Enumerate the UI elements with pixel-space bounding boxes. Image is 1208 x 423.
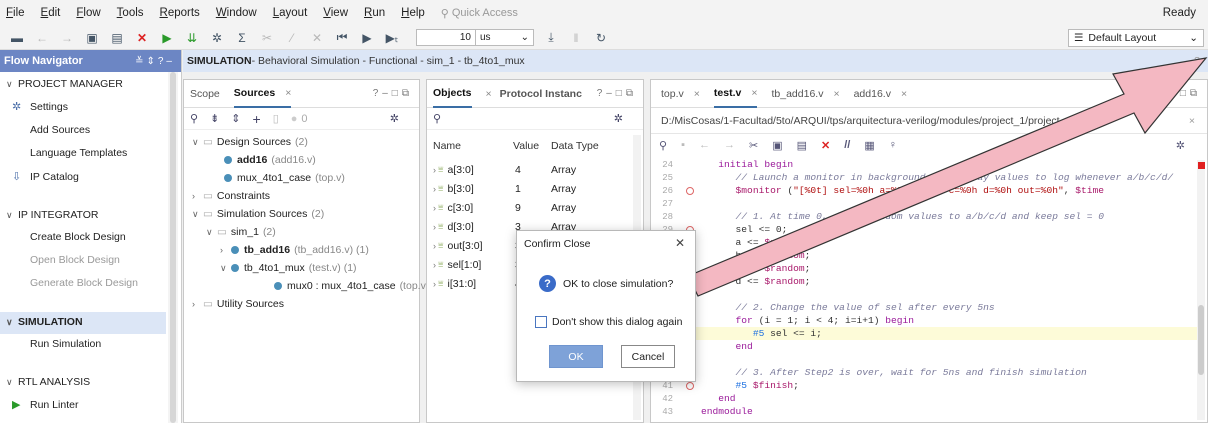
dialog-title: Confirm Close [524,238,591,250]
cancel-button[interactable]: Cancel [621,345,675,368]
question-icon: ? [539,275,556,292]
dialog-message: OK to close simulation? [563,278,674,290]
close-icon[interactable]: ✕ [675,236,685,250]
confirm-close-dialog: Confirm Close ✕ ? OK to close simulation… [516,230,696,382]
ok-button[interactable]: OK [549,345,603,368]
dont-show-checkbox[interactable] [535,316,547,328]
dont-show-label[interactable]: Don't show this dialog again [552,316,682,328]
